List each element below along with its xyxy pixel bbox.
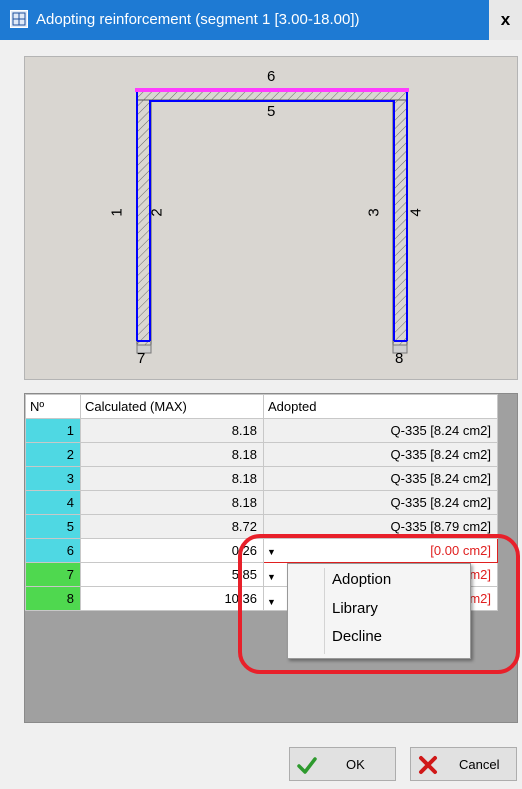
row-index[interactable]: 6 <box>25 538 81 563</box>
diagram-label-3: 3 <box>365 208 383 217</box>
diagram-label-2: 2 <box>148 208 166 217</box>
adopted-cell[interactable]: Q-335 [8.24 cm2] <box>263 466 498 491</box>
diagram-label-5: 5 <box>267 103 276 120</box>
close-button[interactable]: x <box>489 0 522 40</box>
header-calculated[interactable]: Calculated (MAX) <box>80 394 264 419</box>
row-index[interactable]: 5 <box>25 514 81 539</box>
highlight-annotation <box>238 534 520 674</box>
diagram-label-6: 6 <box>267 68 276 85</box>
cross-icon <box>419 756 437 774</box>
table-header: Nº Calculated (MAX) Adopted <box>25 394 498 419</box>
cancel-button[interactable]: Cancel <box>410 747 517 781</box>
title-bar: Adopting reinforcement (segment 1 [3.00-… <box>0 0 522 40</box>
calculated-cell: 8.18 <box>80 490 264 515</box>
inner-rebar <box>149 100 395 341</box>
diagram-label-8: 8 <box>395 350 404 367</box>
adopted-cell[interactable]: Q-335 [8.24 cm2] <box>263 418 498 443</box>
diagram-label-7: 7 <box>137 350 146 367</box>
ok-button[interactable]: OK <box>289 747 396 781</box>
right-column <box>392 89 408 346</box>
row-index[interactable]: 2 <box>25 442 81 467</box>
calculated-cell: 8.18 <box>80 442 264 467</box>
header-number[interactable]: Nº <box>25 394 81 419</box>
window-title: Adopting reinforcement (segment 1 [3.00-… <box>36 11 360 28</box>
app-icon <box>10 10 28 28</box>
row-index[interactable]: 7 <box>25 562 81 587</box>
table-row[interactable]: 4 8.18 Q-335 [8.24 cm2] <box>25 490 498 515</box>
calculated-cell: 10.36 <box>80 586 264 611</box>
ok-label: OK <box>346 757 365 772</box>
row-index[interactable]: 8 <box>25 586 81 611</box>
section-diagram: 1 2 3 4 5 6 7 8 <box>24 56 518 380</box>
adopted-cell[interactable]: Q-335 [8.24 cm2] <box>263 442 498 467</box>
calculated-cell: 5.85 <box>80 562 264 587</box>
cancel-label: Cancel <box>459 757 500 772</box>
table-row[interactable]: 1 8.18 Q-335 [8.24 cm2] <box>25 418 498 443</box>
row-index[interactable]: 4 <box>25 490 81 515</box>
row-index[interactable]: 3 <box>25 466 81 491</box>
checkmark-icon <box>297 757 317 774</box>
row-index[interactable]: 1 <box>25 418 81 443</box>
diagram-label-1: 1 <box>108 208 126 217</box>
adopted-cell[interactable]: Q-335 [8.24 cm2] <box>263 490 498 515</box>
table-row[interactable]: 3 8.18 Q-335 [8.24 cm2] <box>25 466 498 491</box>
diagram-label-4: 4 <box>407 208 425 217</box>
calculated-cell: 0.26 <box>80 538 264 563</box>
calculated-cell: 8.18 <box>80 466 264 491</box>
calculated-cell: 8.18 <box>80 418 264 443</box>
header-adopted[interactable]: Adopted <box>263 394 498 419</box>
table-row[interactable]: 2 8.18 Q-335 [8.24 cm2] <box>25 442 498 467</box>
calculated-cell: 8.72 <box>80 514 264 539</box>
left-column <box>136 89 152 346</box>
